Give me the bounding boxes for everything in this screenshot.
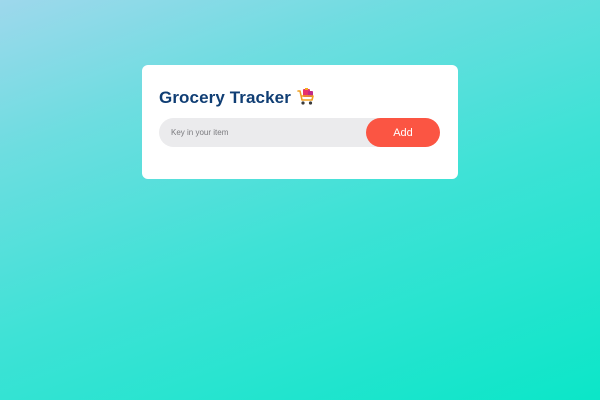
title-row: Grocery Tracker [159,87,441,109]
item-input[interactable] [159,118,399,147]
add-button[interactable]: Add [366,118,440,147]
shopping-cart-icon [296,87,316,107]
grocery-card: Grocery Tracker Add [142,65,458,179]
app-title: Grocery Tracker [159,88,291,107]
add-item-form: Add [159,118,441,147]
